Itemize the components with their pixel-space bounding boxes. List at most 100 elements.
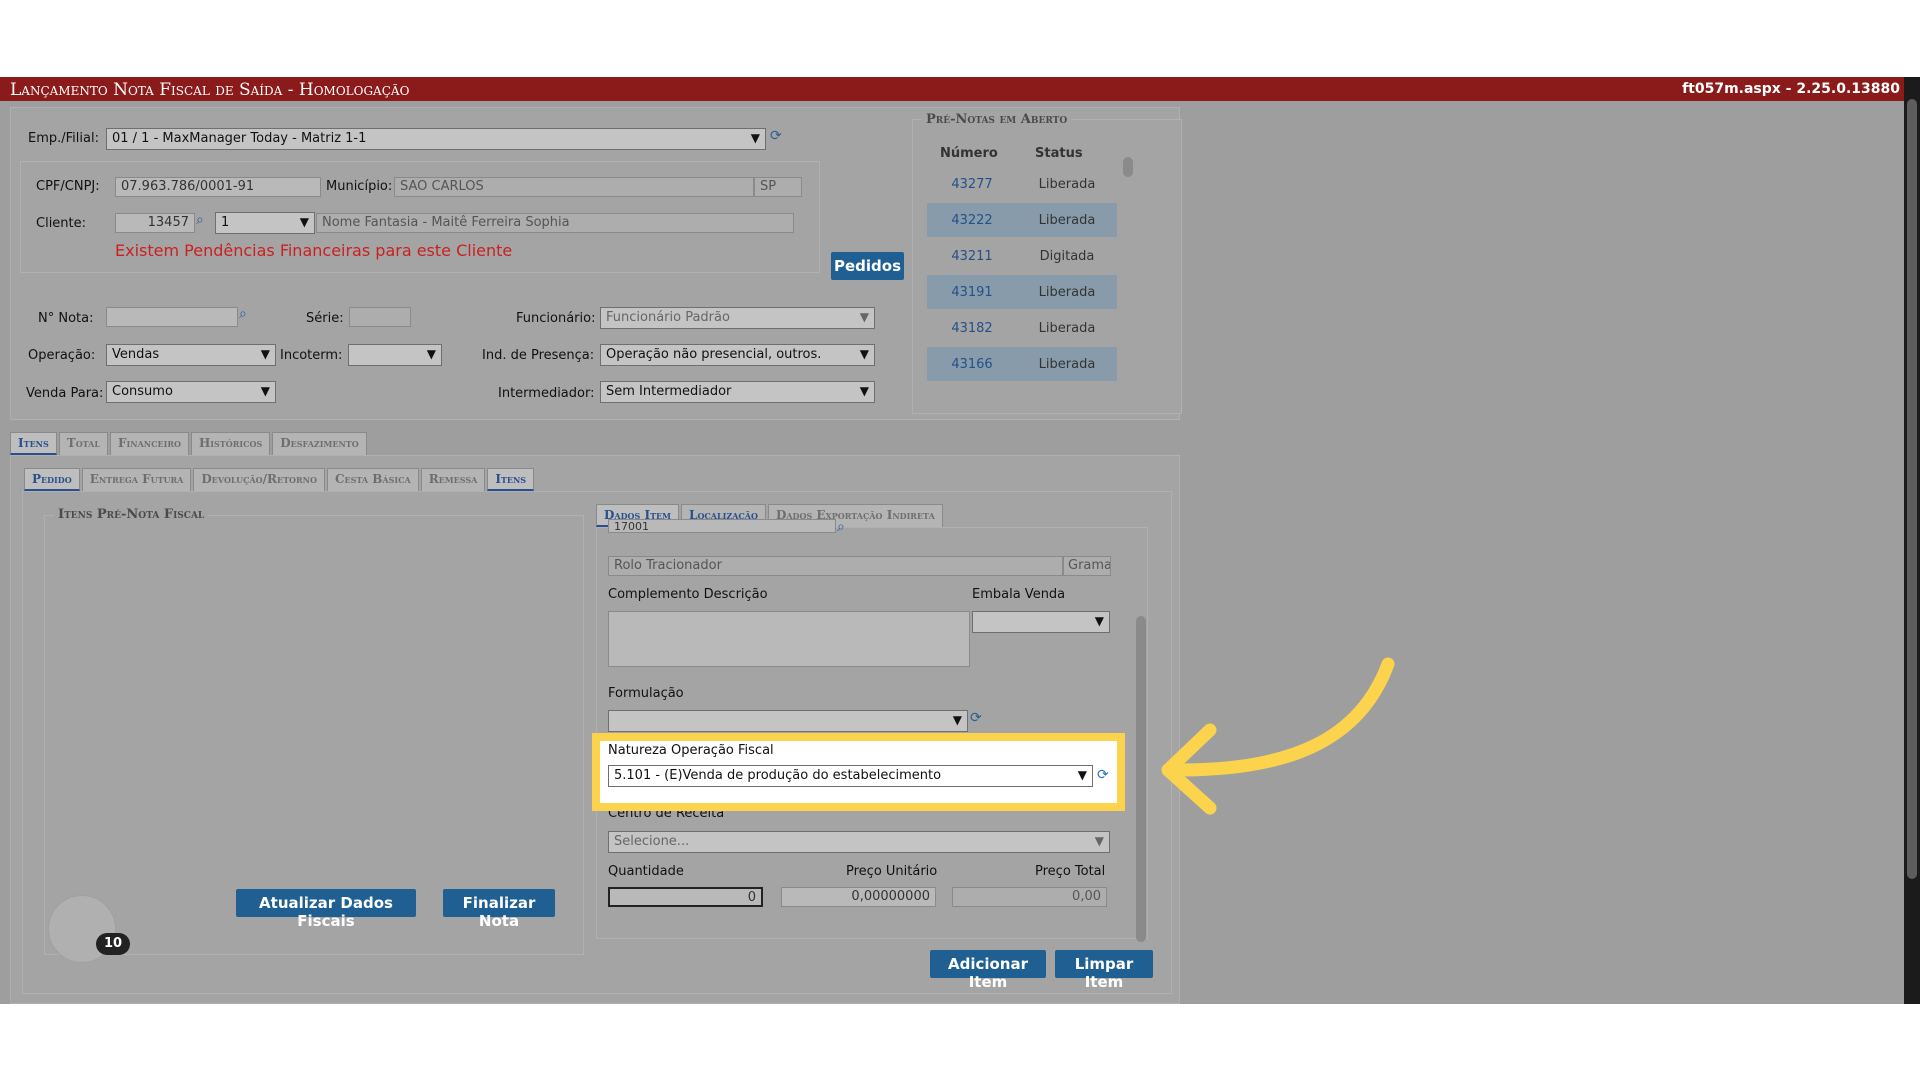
pre-notas-title: Pré-Notas em Aberto [922,112,1072,127]
window-scrollbar[interactable] [1904,77,1920,1004]
chevron-down-icon: ▼ [1094,834,1104,848]
preco-total-label: Preço Total [1035,864,1106,879]
dimmed-content: Emp./Filial: 01 / 1 - MaxManager Today -… [0,101,1920,1004]
pre-notas-scrollbar[interactable] [1123,157,1133,177]
formulacao-select: ▼ [608,710,968,732]
table-row[interactable]: 43211 Digitada [927,239,1117,273]
cliente-name-field: Nome Fantasia - Maitê Ferreira Sophia [316,213,794,233]
formulacao-label: Formulação [608,686,684,701]
tab-historicos[interactable]: Históricos [190,432,271,455]
emp-filial-value: 01 / 1 - MaxManager Today - Matriz 1-1 [112,131,367,146]
pendencia-message: Existem Pendências Financeiras para este… [115,241,513,260]
ind-presenca-value: Operação não presencial, outros. [606,347,822,362]
refresh-icon[interactable]: ⟳ [1097,767,1109,783]
adicionar-item-button[interactable]: Adicionar Item [930,950,1046,991]
table-row[interactable]: 43166 Liberada [927,347,1117,381]
embala-select[interactable]: ▼ [972,611,1110,633]
atualizar-dados-fiscais-button[interactable]: Atualizar Dados Fiscais [236,889,416,930]
chevron-down-icon: ▼ [750,131,760,145]
cliente-code-field[interactable]: 13457 [115,213,195,233]
emp-filial-select[interactable]: 01 / 1 - MaxManager Today - Matriz 1-1 ▼ [106,128,766,150]
cliente-label: Cliente: [36,216,87,231]
natureza-highlight-box: Natureza Operação Fiscal 5.101 - (E)Vend… [592,733,1125,811]
refresh-icon[interactable]: ⟳ [770,128,782,144]
tab-total[interactable]: Total [58,432,109,455]
pre-nota-status: Digitada [1039,248,1095,264]
search-icon[interactable]: ⌕ [196,212,204,228]
tab-desfazimento[interactable]: Desfazimento [272,432,367,455]
table-row[interactable]: 43182 Liberada [927,311,1117,345]
pre-nota-status: Liberada [1038,356,1096,372]
operacao-value: Vendas [112,347,160,362]
table-row[interactable]: 43222 Liberada [927,203,1117,237]
ind-presenca-select[interactable]: Operação não presencial, outros. ▼ [600,344,875,366]
centro-placeholder: Selecione... [614,834,690,849]
pre-nota-numero[interactable]: 43182 [927,321,1017,336]
uf-field: SP [754,177,802,197]
chevron-down-icon: ▼ [260,347,270,361]
tab-financeiro[interactable]: Financeiro [110,432,189,455]
title-bar: Lançamento Nota Fiscal de Saída - Homolo… [0,77,1920,101]
operacao-select[interactable]: Vendas ▼ [106,344,276,366]
quantidade-field[interactable]: 0 [608,887,763,907]
venda-para-label: Venda Para: [26,386,104,401]
window-title: Lançamento Nota Fiscal de Saída - Homolo… [10,80,410,100]
venda-para-value: Consumo [112,384,173,399]
chevron-down-icon: ▼ [260,384,270,398]
search-icon[interactable]: ⌕ [239,306,247,322]
refresh-icon[interactable]: ⟳ [970,710,982,726]
municipio-label: Município: [326,179,393,194]
complemento-textarea[interactable] [608,611,970,667]
funcionario-label: Funcionário: [516,311,596,326]
natureza-value: 5.101 - (E)Venda de produção do estabele… [614,768,942,783]
sub-tabs: Pedido Entrega Futura Devolução/Retorno … [24,468,535,491]
chevron-down-icon: ▼ [1077,768,1087,782]
pre-nota-numero[interactable]: 43191 [927,285,1017,300]
tab-remessa[interactable]: Remessa [420,468,486,491]
table-row[interactable]: 43277 Liberada [927,167,1117,201]
product-code-field[interactable]: 17001 [608,519,836,533]
pre-nota-status: Liberada [1038,212,1096,228]
tab-cesta-basica[interactable]: Cesta Básica [326,468,419,491]
col-numero-header: Número [940,146,998,161]
pre-nota-numero[interactable]: 43277 [927,177,1017,192]
chevron-down-icon: ▼ [859,310,869,324]
finalizar-nota-button[interactable]: Finalizar Nota [443,889,555,930]
search-icon[interactable]: ⌕ [837,519,845,535]
preco-unitario-field[interactable]: 0,00000000 [781,887,936,907]
nota-field[interactable] [106,307,238,327]
tab-pedido[interactable]: Pedido [24,468,80,491]
natureza-select[interactable]: 5.101 - (E)Venda de produção do estabele… [608,765,1093,787]
cpf-cnpj-label: CPF/CNPJ: [36,179,100,194]
itens-pre-nota-title: Itens Pré-Nota Fiscal [54,507,209,522]
limpar-item-button[interactable]: Limpar Item [1055,950,1153,991]
venda-para-select[interactable]: Consumo ▼ [106,381,276,403]
chevron-down-icon: ▼ [859,384,869,398]
preco-total-field: 0,00 [952,887,1107,907]
funcionario-value: Funcionário Padrão [606,310,730,325]
table-row[interactable]: 43191 Liberada [927,275,1117,309]
serie-field [349,307,411,327]
cliente-select[interactable]: 1 ▼ [215,212,315,234]
window-scrollbar-thumb[interactable] [1907,99,1917,879]
centro-select[interactable]: Selecione... ▼ [608,831,1110,853]
intermediador-select[interactable]: Sem Intermediador ▼ [600,381,875,403]
incoterm-label: Incoterm: [280,348,343,363]
tab-itens[interactable]: Itens [10,432,57,455]
intermediador-label: Intermediador: [498,386,595,401]
pre-nota-numero[interactable]: 43166 [927,357,1017,372]
tab-devolucao-retorno[interactable]: Devolução/Retorno [193,468,325,491]
tab-itens-sub[interactable]: Itens [487,468,535,491]
pedidos-button[interactable]: Pedidos [831,252,904,280]
app-window: Lançamento Nota Fiscal de Saída - Homolo… [0,77,1920,1004]
tab-entrega-futura[interactable]: Entrega Futura [81,468,192,491]
pre-nota-numero[interactable]: 43222 [927,213,1017,228]
chevron-down-icon: ▼ [1094,614,1104,628]
pre-nota-numero[interactable]: 43211 [927,249,1017,264]
quantidade-label: Quantidade [608,864,684,879]
item-form-scrollbar[interactable] [1136,616,1146,942]
version-label: ft057m.aspx - 2.25.0.13880 [1682,81,1900,97]
preco-unitario-label: Preço Unitário [846,864,938,879]
col-status-header: Status [1035,146,1083,161]
cpf-cnpj-field[interactable]: 07.963.786/0001-91 [115,177,321,197]
